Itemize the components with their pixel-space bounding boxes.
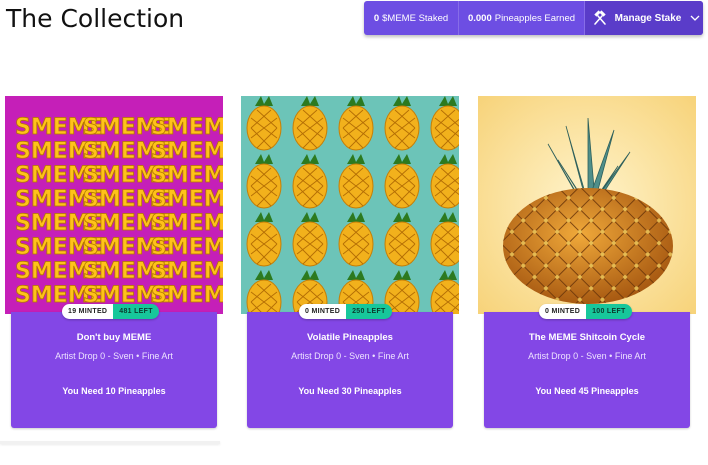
svg-text:SMEME: SMEME <box>151 283 223 308</box>
card-subtitle: Artist Drop 0 - Sven • Fine Art <box>291 351 409 361</box>
chevron-down-icon <box>690 15 700 21</box>
mint-status-badge: 19 MINTED 481 LEFT <box>62 304 159 319</box>
remaining-count: 481 LEFT <box>113 304 159 319</box>
remaining-count: 250 LEFT <box>346 304 392 319</box>
minted-count: 0 MINTED <box>539 304 587 319</box>
manage-stake-button[interactable]: Manage Stake <box>585 1 703 35</box>
card-title: The MEME Shitcoin Cycle <box>528 332 646 343</box>
card-subtitle: Artist Drop 0 - Sven • Fine Art <box>55 351 173 361</box>
mint-status-badge: 0 MINTED 100 LEFT <box>539 304 632 319</box>
nft-card[interactable]: Volatile Pineapples Artist Drop 0 - Sven… <box>241 96 459 430</box>
card-title: Volatile Pineapples <box>307 332 393 343</box>
card-subtitle: Artist Drop 0 - Sven • Fine Art <box>528 351 646 361</box>
svg-text:SMEME: SMEME <box>151 211 223 236</box>
svg-text:SMEME: SMEME <box>151 139 223 164</box>
hammer-icon <box>593 10 606 25</box>
mint-status-badge: 0 MINTED 250 LEFT <box>299 304 392 319</box>
card-title: Don't buy MEME <box>76 332 152 343</box>
staked-value: 0 <box>373 12 380 24</box>
staked-amount: 0 $MEME Staked <box>364 1 459 35</box>
meme-text-art: SMEMESMEMESMEME SMEMESMEMESMEME SMEMESME… <box>5 96 223 314</box>
earned-label: Pineapples Earned <box>494 12 576 24</box>
pineapple-photo <box>478 96 696 314</box>
minted-count: 19 MINTED <box>62 304 114 319</box>
staked-label: $MEME Staked <box>382 12 449 24</box>
card-body: Volatile Pineapples Artist Drop 0 - Sven… <box>247 312 453 428</box>
nft-card[interactable]: SMEMESMEMESMEME SMEMESMEMESMEME SMEMESME… <box>5 96 223 430</box>
svg-text:SMEME: SMEME <box>151 115 223 140</box>
card-body: Don't buy MEME Artist Drop 0 - Sven • Fi… <box>11 312 217 428</box>
earned-value: 0.000 <box>467 12 492 24</box>
card-body: The MEME Shitcoin Cycle Artist Drop 0 - … <box>484 312 690 428</box>
minted-count: 0 MINTED <box>299 304 347 319</box>
svg-text:SMEME: SMEME <box>151 163 223 188</box>
nft-card[interactable]: The MEME Shitcoin Cycle Artist Drop 0 - … <box>478 96 696 430</box>
pineapple-pattern <box>241 96 459 314</box>
card-requirement: You Need 45 Pineapples <box>535 386 639 396</box>
card-requirement: You Need 10 Pineapples <box>62 386 166 396</box>
next-row-card-edge <box>0 441 220 444</box>
manage-stake-label: Manage Stake <box>614 12 682 24</box>
svg-text:SMEME: SMEME <box>151 235 223 260</box>
earned-amount: 0.000 Pineapples Earned <box>459 1 585 35</box>
svg-text:SMEME: SMEME <box>151 187 223 212</box>
remaining-count: 100 LEFT <box>586 304 632 319</box>
svg-text:SMEME: SMEME <box>151 259 223 284</box>
card-image-pineapple-pattern[interactable] <box>241 96 459 314</box>
card-image-meme-text[interactable]: SMEMESMEMESMEME SMEMESMEMESMEME SMEMESME… <box>5 96 223 314</box>
card-image-pineapple-photo[interactable] <box>478 96 696 314</box>
page-title: The Collection <box>6 4 185 33</box>
card-requirement: You Need 30 Pineapples <box>298 386 402 396</box>
stake-bar: 0 $MEME Staked 0.000 Pineapples Earned M… <box>364 1 703 35</box>
